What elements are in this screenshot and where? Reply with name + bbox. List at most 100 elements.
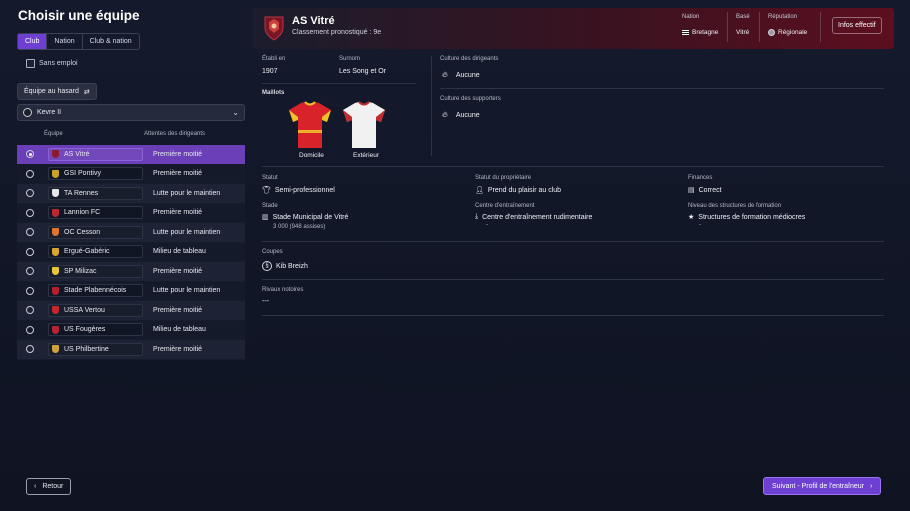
unemployed-checkbox-row[interactable]: Sans emploi [26,59,78,68]
divider [440,88,884,89]
radio-button[interactable] [26,189,34,198]
club-crest-icon [52,345,59,354]
youth-sub: - [699,222,701,228]
table-row[interactable]: GSI Pontivy Première moitié [17,164,245,184]
radio-button[interactable] [26,228,34,237]
owner-icon: 👤︎ [475,187,484,194]
expectation: Première moitié [153,267,203,275]
back-button[interactable]: ‹ Retour [26,478,72,495]
team-name: US Philbertine [64,345,109,353]
divider [759,12,760,42]
stadium-capacity: 3 000 (948 assises) [273,224,326,230]
expectation: Première moitié [153,150,203,158]
divider [820,12,821,42]
team-cell[interactable]: Lannion FC [48,206,143,220]
board-culture-label: Culture des dirigeants [440,56,499,62]
table-row[interactable]: AS Vitré Première moitié [17,145,245,165]
cup-text: Kib Breizh [276,262,308,270]
team-name: SP Milizac [64,267,97,275]
board-culture-text: Aucune [455,71,480,79]
team-name: TA Rennes [64,189,99,197]
club-crest-icon [52,228,59,237]
team-cell[interactable]: Stade Plabennécois [48,284,143,298]
based-label: Basé [736,14,750,20]
radio-button[interactable] [26,345,34,354]
team-cell[interactable]: TA Rennes [48,186,143,200]
table-row[interactable]: USSA Vertou Première moitié [17,301,245,321]
finances-value: ▤ Correct [688,186,722,195]
team-column-header[interactable]: Équipe [44,131,63,137]
team-cell[interactable]: OC Cesson [48,225,143,239]
stadium-value: ▥ Stade Municipal de Vitré [262,213,348,222]
club-crest-icon [52,247,59,256]
expectation: Première moitié [153,345,203,353]
team-name: US Fougères [64,326,106,334]
table-row[interactable]: Stade Plabennécois Lutte pour le maintie… [17,281,245,301]
table-row[interactable]: US Philbertine Première moitié [17,340,245,360]
reputation-text: Régionale [778,29,808,36]
radio-button[interactable] [26,306,34,315]
table-row[interactable]: OC Cesson Lutte pour le maintien [17,223,245,243]
table-row[interactable]: SP Milizac Première moitié [17,262,245,282]
club-crest-icon [52,286,59,295]
random-team-label: Équipe au hasard [24,88,79,95]
back-label: Retour [42,483,64,490]
team-cell[interactable]: Ergué-Gabéric [48,245,143,259]
squad-info-button[interactable]: Infos effectif [832,17,882,34]
table-row[interactable]: TA Rennes Lutte pour le maintien [17,184,245,204]
owner-label: Statut du propriétaire [475,175,532,181]
cups-label: Coupes [262,249,283,255]
cup-value: § Kib Breizh [262,261,308,271]
divider [727,12,728,42]
shuffle-icon: ⇄ [83,88,90,96]
divider [262,83,416,84]
tab-club[interactable]: Club [18,34,48,49]
founded-label: Établi en [262,56,286,62]
unemployed-checkbox[interactable] [26,59,35,68]
tab-nation[interactable]: Nation [47,34,83,49]
team-cell[interactable]: USSA Vertou [48,303,143,317]
radio-button[interactable] [26,325,34,334]
owner-value: 👤︎ Prend du plaisir au club [475,186,562,195]
team-cell[interactable]: SP Milizac [48,264,143,278]
chevron-left-icon: ‹ [34,483,37,490]
training-text: Centre d'entraînement rudimentaire [482,213,593,221]
team-name: Ergué-Gabéric [64,248,110,256]
table-row[interactable]: Ergué-Gabéric Milieu de tableau [17,242,245,262]
download-icon: ⤓ [475,213,479,220]
next-button[interactable]: Suivant - Profil de l'entraîneur › [763,477,882,495]
divider [262,279,884,280]
league-select[interactable]: Kevre II ⌄ [17,104,245,121]
nickname-label: Surnom [339,56,361,62]
table-row[interactable]: US Fougères Milieu de tableau [17,320,245,340]
club-name: AS Vitré [292,15,335,27]
radio-button[interactable] [26,267,34,276]
radio-button[interactable] [26,150,34,159]
team-cell[interactable]: AS Vitré [48,147,143,161]
nation-value: Bretagne [682,29,718,36]
youth-label: Niveau des structures de formation [688,203,782,209]
team-cell[interactable]: US Philbertine [48,342,143,356]
radio-button[interactable] [26,169,34,178]
cup-badge-icon: § [262,261,272,271]
reputation-icon [768,29,775,36]
table-row[interactable]: Lannion FC Première moitié [17,203,245,223]
radio-button[interactable] [26,247,34,256]
team-cell[interactable]: GSI Pontivy [48,167,143,181]
expectation-column-header[interactable]: Attentes des dirigeants [144,131,205,137]
expectation: Première moitié [153,170,203,178]
tab-club-nation[interactable]: Club & nation [83,34,139,49]
club-crest-icon [52,189,59,198]
fan-culture-text: Aucune [455,111,480,119]
page-title: Choisir une équipe [18,8,140,23]
unemployed-label: Sans emploi [39,60,78,67]
club-crest-icon [52,169,59,178]
stadium-icon: ▥ [262,214,269,221]
owner-text: Prend du plaisir au club [487,186,562,194]
team-cell[interactable]: US Fougères [48,323,143,337]
radio-button[interactable] [26,208,34,217]
radio-button[interactable] [26,286,34,295]
fan-culture-value: 🔥︎ Aucune [442,110,480,120]
home-kit-label: Domicile [299,152,324,159]
random-team-button[interactable]: Équipe au hasard ⇄ [17,83,97,100]
